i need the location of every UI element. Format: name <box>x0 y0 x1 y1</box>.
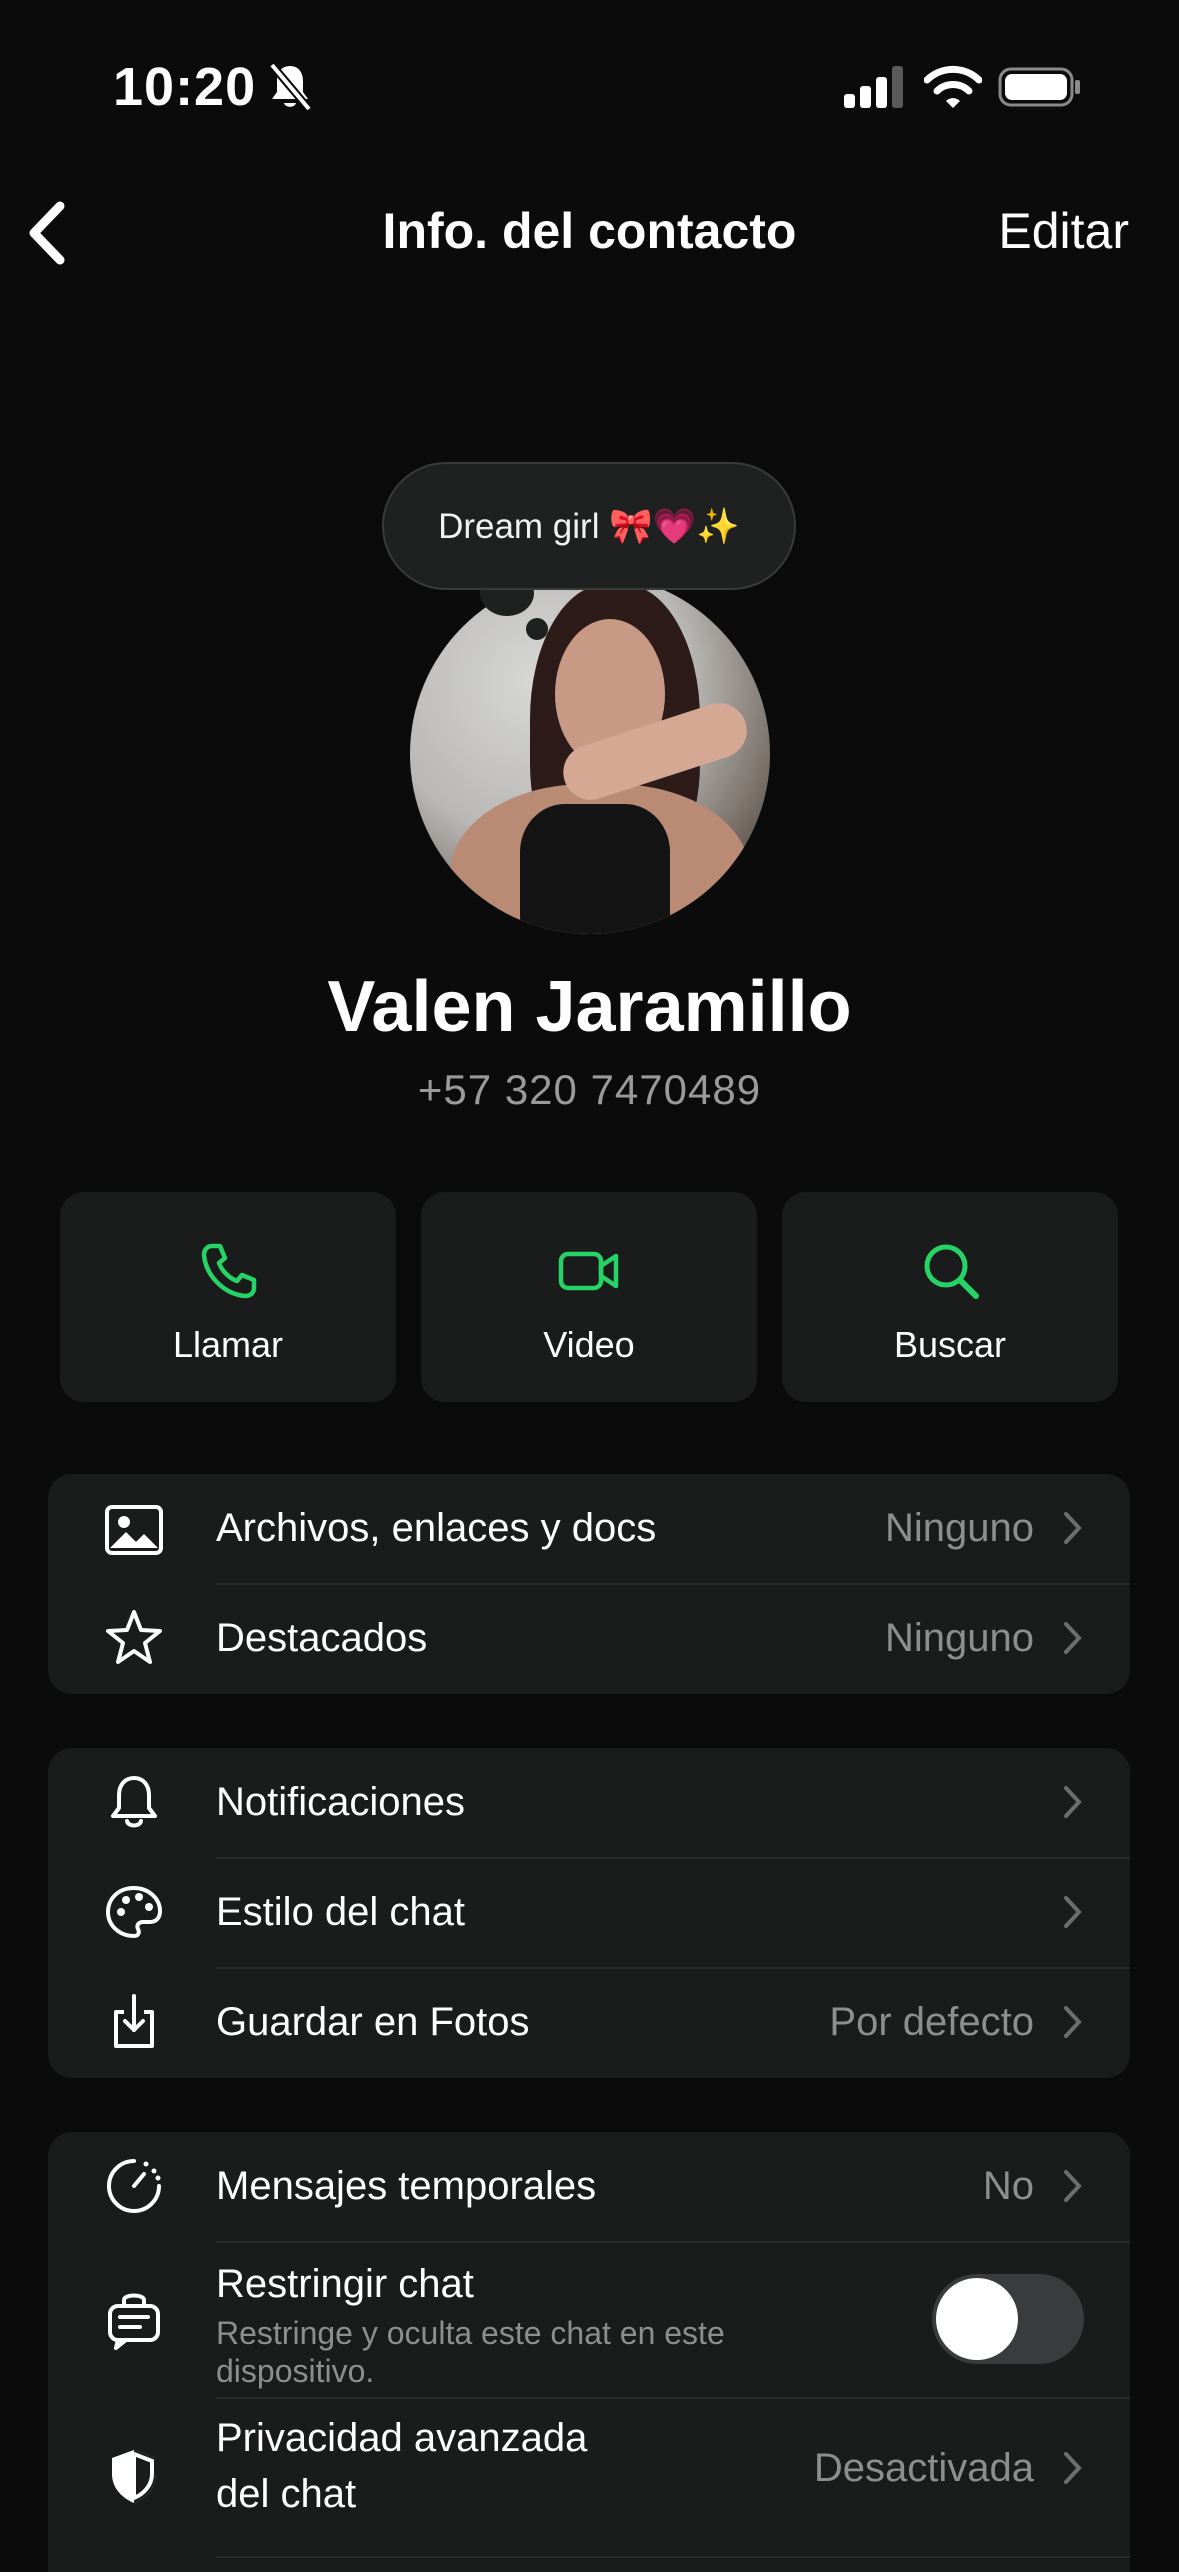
status-bar: 10:20 <box>0 0 1179 170</box>
row-label: Archivos, enlaces y docs <box>216 1506 657 1550</box>
bell-off-icon <box>268 62 312 112</box>
palette-icon <box>106 1886 162 1938</box>
action-buttons: Llamar Video Buscar <box>60 1192 1120 1402</box>
status-note-text: Dream girl 🎀💗✨ <box>438 507 740 546</box>
status-note-bubble[interactable]: Dream girl 🎀💗✨ <box>382 462 796 590</box>
image-icon <box>105 1505 163 1555</box>
row-label: Destacados <box>216 1616 428 1660</box>
timer-icon <box>107 2159 161 2213</box>
status-bubble-tail-small <box>526 618 548 640</box>
row-starred[interactable]: Destacados Ninguno <box>48 1584 1130 1694</box>
chevron-right-icon <box>1064 1512 1082 1544</box>
nav-bar: Info. del contacto Editar <box>0 180 1179 280</box>
wifi-icon <box>924 65 982 108</box>
video-icon <box>558 1251 619 1291</box>
search-label: Buscar <box>893 1324 1007 1365</box>
row-label-line2: del chat <box>216 2472 357 2516</box>
call-label: Llamar <box>172 1324 284 1365</box>
call-button[interactable]: Llamar <box>60 1192 396 1402</box>
toggle-knob <box>936 2278 1018 2360</box>
shield-icon <box>112 2450 156 2503</box>
video-label: Video <box>543 1324 635 1365</box>
status-time: 10:20 <box>113 57 257 117</box>
settings-group: Notificaciones Estilo del chat Guardar e… <box>48 1748 1130 2078</box>
signal-icon <box>844 66 903 108</box>
star-icon <box>106 1610 162 1664</box>
row-notifications[interactable]: Notificaciones <box>48 1748 1130 1858</box>
row-advanced-privacy[interactable]: Privacidad avanzada del chat Desactivada <box>48 2398 1130 2558</box>
row-label-line1: Privacidad avanzada <box>216 2416 588 2460</box>
search-icon <box>924 1244 979 1299</box>
row-value: Ninguno <box>884 1506 1034 1550</box>
chevron-right-icon <box>1064 1896 1082 1928</box>
lock-chat-icon <box>108 2293 160 2350</box>
row-value: Ninguno <box>884 1616 1034 1660</box>
contact-phone: +57 320 7470489 <box>417 1066 762 1113</box>
bell-icon <box>111 1776 157 1828</box>
row-label: Guardar en Fotos <box>216 2000 530 2044</box>
chevron-right-icon <box>1064 2006 1082 2038</box>
row-value: No <box>982 2164 1034 2208</box>
avatar[interactable] <box>410 574 770 934</box>
chevron-right-icon <box>1064 1622 1082 1654</box>
row-value: Desactivada <box>813 2446 1034 2490</box>
row-label: Restringir chat <box>216 2262 474 2306</box>
chevron-right-icon <box>1064 2452 1082 2484</box>
row-disappearing-messages[interactable]: Mensajes temporales No <box>48 2132 1130 2242</box>
row-files-links-docs[interactable]: Archivos, enlaces y docs Ninguno <box>48 1474 1130 1584</box>
privacy-group: Mensajes temporales No Restringir chat R… <box>48 2132 1130 2572</box>
edit-button[interactable]: Editar <box>998 202 1129 260</box>
restrict-chat-toggle[interactable] <box>932 2274 1084 2364</box>
row-subtitle: Restringe y oculta este chat en este dis… <box>216 2315 725 2389</box>
row-save-to-photos[interactable]: Guardar en Fotos Por defecto <box>48 1968 1130 2078</box>
row-restrict-chat: Restringir chat Restringe y oculta este … <box>48 2242 1130 2398</box>
row-label: Notificaciones <box>216 1780 466 1824</box>
video-button[interactable]: Video <box>421 1192 757 1402</box>
row-chat-style[interactable]: Estilo del chat <box>48 1858 1130 1968</box>
row-label: Estilo del chat <box>216 1890 466 1934</box>
download-icon <box>114 1994 154 2048</box>
phone-icon <box>201 1243 257 1299</box>
row-label: Mensajes temporales <box>216 2164 597 2208</box>
media-group: Archivos, enlaces y docs Ninguno Destaca… <box>48 1474 1130 1694</box>
row-value: Por defecto <box>829 2000 1034 2044</box>
chevron-right-icon <box>1064 2170 1082 2202</box>
contact-name: Valen Jaramillo <box>327 967 852 1047</box>
search-button[interactable]: Buscar <box>782 1192 1118 1402</box>
chevron-right-icon <box>1064 1786 1082 1818</box>
battery-icon <box>998 67 1080 107</box>
